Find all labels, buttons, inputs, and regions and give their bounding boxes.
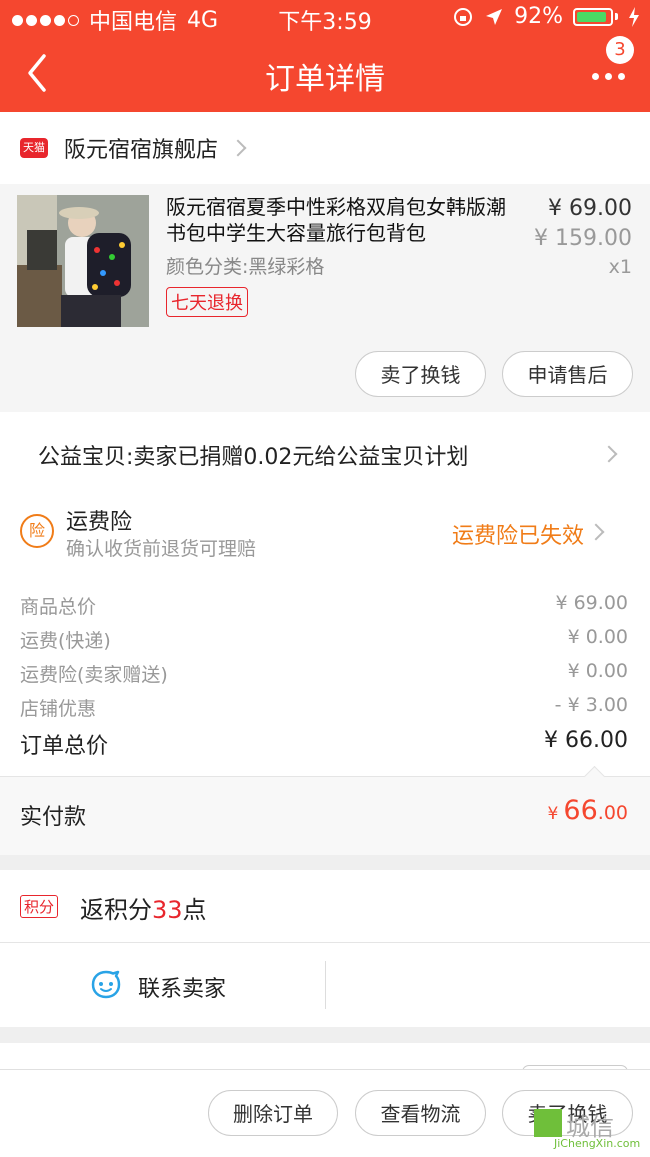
rotation-lock-icon xyxy=(454,7,473,26)
product-original-price: ¥ 159.00 xyxy=(534,226,632,251)
shipping-insurance-row[interactable]: 险 运费险 确认收货前退货可理赔 运费险已失效 xyxy=(0,494,650,570)
status-bar: 中国电信 4G 下午3:59 92% xyxy=(0,0,650,36)
chevron-right-icon xyxy=(587,523,605,541)
points-text: 返积分33点 xyxy=(80,890,207,925)
page-title: 订单详情 xyxy=(265,62,385,97)
return-policy-tag: 七天退换 xyxy=(166,287,248,317)
after-sale-button[interactable]: 申请售后 xyxy=(502,351,633,397)
resell-button[interactable]: 卖了换钱 xyxy=(355,351,486,397)
contact-seller-label[interactable]: 联系卖家 xyxy=(138,971,226,1003)
points-tag: 积分 xyxy=(20,895,59,918)
cost-value: - ¥ 3.00 xyxy=(554,694,628,716)
header: 中国电信 4G 下午3:59 92% 订单详情 3 xyxy=(0,0,650,112)
cost-value: ¥ 0.00 xyxy=(567,660,628,682)
cost-label: 运费(快递) xyxy=(20,630,111,652)
points-suffix: 点 xyxy=(182,896,207,924)
order-total-value: ¥ 66.00 xyxy=(544,728,628,753)
cost-line: 运费险(卖家赠送) ¥ 0.00 xyxy=(0,660,650,693)
product-quantity: x1 xyxy=(608,256,632,278)
order-total-label: 订单总价 xyxy=(20,734,109,759)
product-price: ¥ 69.00 xyxy=(548,196,632,221)
status-bar-right: 92% xyxy=(452,4,640,29)
tmall-logo: 天猫 xyxy=(20,138,48,158)
bottom-action-bar: 删除订单 查看物流 卖了换钱 城信 JiChengXin.com xyxy=(0,1069,650,1157)
paid-value: ¥ 66.00 xyxy=(548,795,629,826)
cost-label: 商品总价 xyxy=(20,596,97,618)
cost-line: 商品总价 ¥ 69.00 xyxy=(0,592,650,625)
cost-value: ¥ 0.00 xyxy=(567,626,628,648)
insurance-icon: 险 xyxy=(20,514,54,548)
points-prefix: 返积分 xyxy=(80,896,152,924)
paid-label: 实付款 xyxy=(20,805,87,830)
insurance-status[interactable]: 运费险已失效 xyxy=(452,518,584,550)
watermark-logo: 城信 JiChengXin.com xyxy=(526,1107,646,1153)
cost-line: 运费(快递) ¥ 0.00 xyxy=(0,626,650,659)
battery-tip xyxy=(615,13,618,20)
cost-label: 店铺优惠 xyxy=(20,698,97,720)
product-spec: 颜色分类:黑绿彩格 xyxy=(166,256,325,278)
notification-badge: 3 xyxy=(606,36,634,64)
product-card[interactable]: 阪元宿宿夏季中性彩格双肩包女韩版潮书包中学生大容量旅行包背包 颜色分类:黑绿彩格… xyxy=(0,184,650,412)
cost-label: 运费险(卖家赠送) xyxy=(20,664,168,686)
shop-row[interactable]: 天猫 阪元宿宿旗舰店 xyxy=(0,112,650,184)
cost-value: ¥ 69.00 xyxy=(555,592,628,614)
battery-percent: 92% xyxy=(514,4,563,29)
nav-bar: 订单详情 3 xyxy=(0,36,650,112)
chat-bubble-icon xyxy=(91,970,121,999)
location-arrow-icon xyxy=(486,8,503,25)
more-menu-button[interactable] xyxy=(592,66,632,86)
contact-row: 联系卖家 xyxy=(0,943,650,1027)
cost-breakdown: 商品总价 ¥ 69.00 运费(快递) ¥ 0.00 运费险(卖家赠送) ¥ 0… xyxy=(0,570,650,776)
delete-order-button[interactable]: 删除订单 xyxy=(208,1090,338,1136)
order-total-line: 订单总价 ¥ 66.00 xyxy=(0,728,650,761)
paid-integer: 66 xyxy=(563,795,598,826)
points-amount: 33 xyxy=(152,896,183,924)
more-dot xyxy=(592,72,599,80)
points-row: 积分 返积分33点 xyxy=(0,870,650,943)
product-image[interactable] xyxy=(17,195,149,327)
paid-currency: ¥ xyxy=(547,804,559,824)
battery-fill xyxy=(577,11,606,22)
insurance-subtitle: 确认收货前退货可理赔 xyxy=(66,538,257,560)
watermark-square xyxy=(534,1109,562,1137)
chevron-right-icon xyxy=(229,139,247,157)
cost-line: 店铺优惠 - ¥ 3.00 xyxy=(0,694,650,727)
watermark-subtext: JiChengXin.com xyxy=(554,1137,641,1150)
chevron-right-icon xyxy=(600,445,618,463)
paid-amount-row: 实付款 ¥ 66.00 xyxy=(0,765,650,855)
view-logistics-button[interactable]: 查看物流 xyxy=(355,1090,486,1136)
battery-icon xyxy=(573,7,613,26)
paid-decimal: .00 xyxy=(597,802,628,824)
insurance-title: 运费险 xyxy=(66,510,133,535)
shop-name[interactable]: 阪元宿宿旗舰店 xyxy=(64,132,218,164)
more-dot xyxy=(605,72,612,80)
charity-text: 公益宝贝:卖家已捐赠0.02元给公益宝贝计划 xyxy=(38,445,469,470)
charging-bolt-icon xyxy=(629,6,639,27)
charity-row[interactable]: 公益宝贝:卖家已捐赠0.02元给公益宝贝计划 xyxy=(0,412,650,494)
vertical-divider xyxy=(325,961,326,1009)
more-dot xyxy=(618,72,625,80)
product-title[interactable]: 阪元宿宿夏季中性彩格双肩包女韩版潮书包中学生大容量旅行包背包 xyxy=(166,194,516,246)
